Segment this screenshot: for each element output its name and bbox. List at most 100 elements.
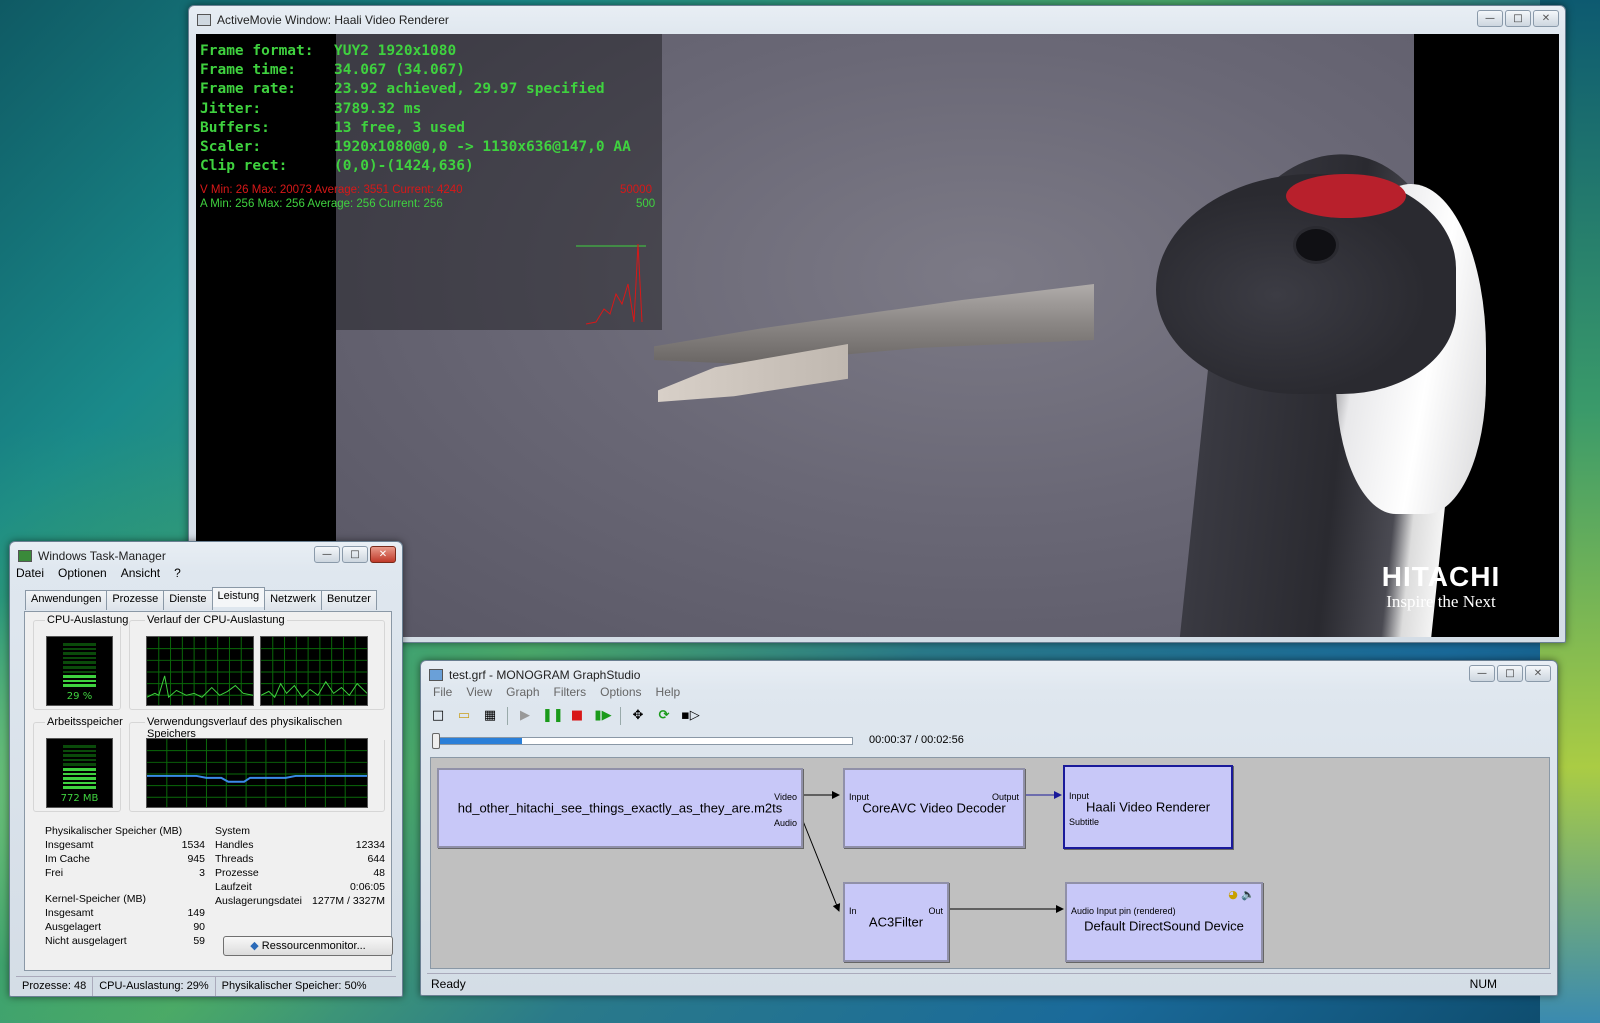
tab-prozesse[interactable]: Prozesse: [106, 590, 165, 610]
pin-out[interactable]: Out: [928, 906, 943, 916]
memory-history-graph: [146, 738, 368, 808]
minimize-button[interactable]: —: [1469, 665, 1495, 682]
menu-file[interactable]: File: [433, 685, 452, 699]
stats-row: Buffers: 13 free, 3 used: [200, 119, 631, 138]
taskmanager-statusbar: Prozesse: 48 CPU-Auslastung: 29% Physika…: [16, 976, 396, 996]
maximize-button[interactable]: □: [1497, 665, 1523, 682]
play-icon[interactable]: ▶: [516, 707, 534, 725]
taskmanager-icon: [18, 550, 32, 562]
new-file-icon[interactable]: □: [429, 707, 447, 725]
graph-canvas[interactable]: hd_other_hitachi_see_things_exactly_as_t…: [430, 757, 1550, 969]
seek-bar-fill: [434, 738, 522, 744]
stop-icon[interactable]: ■: [568, 707, 586, 725]
task-manager-window[interactable]: Windows Task-Manager — □ ✕ Datei Optione…: [9, 541, 403, 997]
filter-coreavc[interactable]: CoreAVC Video Decoder Input Output: [843, 768, 1025, 848]
audio-stats-line: A Min: 256 Max: 256 Average: 256 Current…: [200, 198, 443, 210]
seek-bar[interactable]: [432, 733, 853, 749]
close-button[interactable]: ✕: [1533, 10, 1559, 27]
graphstudio-title: test.grf - MONOGRAM GraphStudio: [449, 668, 641, 682]
meter-segment: [63, 763, 96, 766]
seek-thumb[interactable]: [432, 733, 440, 749]
stats-row: Frame time: 34.067 (34.067): [200, 61, 631, 80]
filter-directsound[interactable]: Default DirectSound Device Audio Input p…: [1065, 882, 1263, 962]
pin-in[interactable]: In: [849, 906, 857, 916]
stats-key: Frame time:: [200, 62, 297, 79]
memory-meter-value: 772 MB: [60, 793, 99, 804]
minimize-button[interactable]: —: [314, 546, 340, 563]
filter-ac3filter[interactable]: AC3Filter In Out: [843, 882, 949, 962]
filter-haali-renderer[interactable]: Haali Video Renderer Input Subtitle: [1063, 765, 1233, 849]
filter-source[interactable]: hd_other_hitachi_see_things_exactly_as_t…: [437, 768, 803, 848]
save-icon[interactable]: ▦: [481, 707, 499, 725]
maximize-button[interactable]: □: [342, 546, 368, 563]
maximize-button[interactable]: □: [1505, 10, 1531, 27]
seek-icon[interactable]: ▪▷: [681, 707, 700, 725]
cpu-meter-value: 29 %: [66, 691, 93, 702]
close-button[interactable]: ✕: [1525, 665, 1551, 682]
menu-options[interactable]: Options: [600, 685, 641, 699]
activemovie-titlebar[interactable]: ActiveMovie Window: Haali Video Renderer: [189, 6, 1565, 34]
minimize-button[interactable]: —: [1477, 10, 1503, 27]
kernel-memory-label: Kernel-Speicher (MB): [45, 893, 146, 905]
meter-segment: [63, 754, 96, 757]
stat-label: Insgesamt: [45, 839, 94, 851]
pin-video[interactable]: Video: [774, 792, 797, 802]
pin-audio-input[interactable]: Audio Input pin (rendered): [1071, 906, 1176, 916]
stats-row: Clip rect: (0,0)-(1424,636): [200, 157, 631, 176]
menu-help[interactable]: ?: [174, 566, 181, 580]
menu-view[interactable]: View: [466, 685, 492, 699]
status-num: NUM: [1469, 977, 1497, 991]
meter-segment: [63, 684, 96, 687]
menu-help[interactable]: Help: [656, 685, 681, 699]
status-cpu: CPU-Auslastung: 29%: [93, 977, 216, 996]
stat-label: Nicht ausgelagert: [45, 935, 127, 947]
resource-monitor-button[interactable]: ◆ Ressourcenmonitor...: [223, 936, 393, 956]
pin-subtitle[interactable]: Subtitle: [1069, 817, 1099, 827]
tab-anwendungen[interactable]: Anwendungen: [25, 590, 108, 610]
physical-memory-table: Physikalischer Speicher (MB) Insgesamt 15…: [45, 824, 205, 880]
stats-row: Frame rate: 23.92 achieved, 29.97 specifi…: [200, 80, 631, 99]
stat-value: 1277M / 3327M: [312, 895, 385, 907]
performance-panel: CPU-Auslastung 29 % Verlauf der CPU-Ausl…: [24, 611, 393, 971]
step-frame-icon[interactable]: ▮▶: [594, 707, 612, 725]
menu-optionen[interactable]: Optionen: [58, 566, 107, 580]
renderer-stats: Frame format: YUY2 1920x1080 Frame time: 34…: [200, 42, 631, 176]
menu-filters[interactable]: Filters: [554, 685, 587, 699]
tab-benutzer[interactable]: Benutzer: [320, 590, 377, 610]
pin-output[interactable]: Output: [992, 792, 1019, 802]
table-row: Insgesamt 1534: [45, 838, 205, 852]
tab-leistung[interactable]: Leistung: [211, 587, 266, 607]
arrange-icon[interactable]: ✥: [629, 707, 647, 725]
stat-value: 12334: [355, 839, 385, 851]
stats-value: 34.067 (34.067): [334, 62, 465, 79]
menu-graph[interactable]: Graph: [506, 685, 539, 699]
graphstudio-menubar: File View Graph Filters Options Help: [433, 685, 680, 699]
status-ready: Ready: [431, 977, 466, 991]
filter-ac3-name: AC3Filter: [868, 914, 924, 930]
pin-audio[interactable]: Audio: [774, 818, 797, 828]
cpu-history-label: Verlauf der CPU-Auslastung: [145, 614, 287, 626]
table-row: Nicht ausgelagert 59: [45, 934, 205, 948]
graphstudio-window[interactable]: test.grf - MONOGRAM GraphStudio — □ ✕ Fi…: [420, 660, 1558, 996]
pin-input[interactable]: Input: [849, 792, 869, 802]
pin-input[interactable]: Input: [1069, 791, 1089, 801]
stats-row: Frame format: YUY2 1920x1080: [200, 42, 631, 61]
tab-dienste[interactable]: Dienste: [163, 590, 213, 610]
tab-netzwerk[interactable]: Netzwerk: [264, 590, 322, 610]
cpu-history-graph-core2: [260, 636, 368, 706]
resource-monitor-label: Ressourcenmonitor...: [261, 940, 366, 952]
toolbar-separator: [507, 707, 508, 725]
table-row: Prozesse 48: [215, 866, 385, 880]
memory-history-label: Verwendungsverlauf des physikalischen Sp…: [145, 716, 391, 740]
jitter-graph: [576, 243, 646, 325]
menu-ansicht[interactable]: Ansicht: [121, 566, 160, 580]
open-folder-icon[interactable]: ▭: [455, 707, 473, 725]
cpu-meter-bars: [63, 643, 96, 687]
hitachi-logo: HITACHI Inspire the Next: [1361, 562, 1521, 612]
logo-tagline: Inspire the Next: [1386, 592, 1496, 611]
close-button[interactable]: ✕: [370, 546, 396, 563]
menu-datei[interactable]: Datei: [16, 566, 44, 580]
pause-icon[interactable]: ❚❚: [542, 707, 564, 725]
stats-key: Frame rate:: [200, 81, 297, 98]
refresh-icon[interactable]: ⟳: [655, 707, 673, 725]
